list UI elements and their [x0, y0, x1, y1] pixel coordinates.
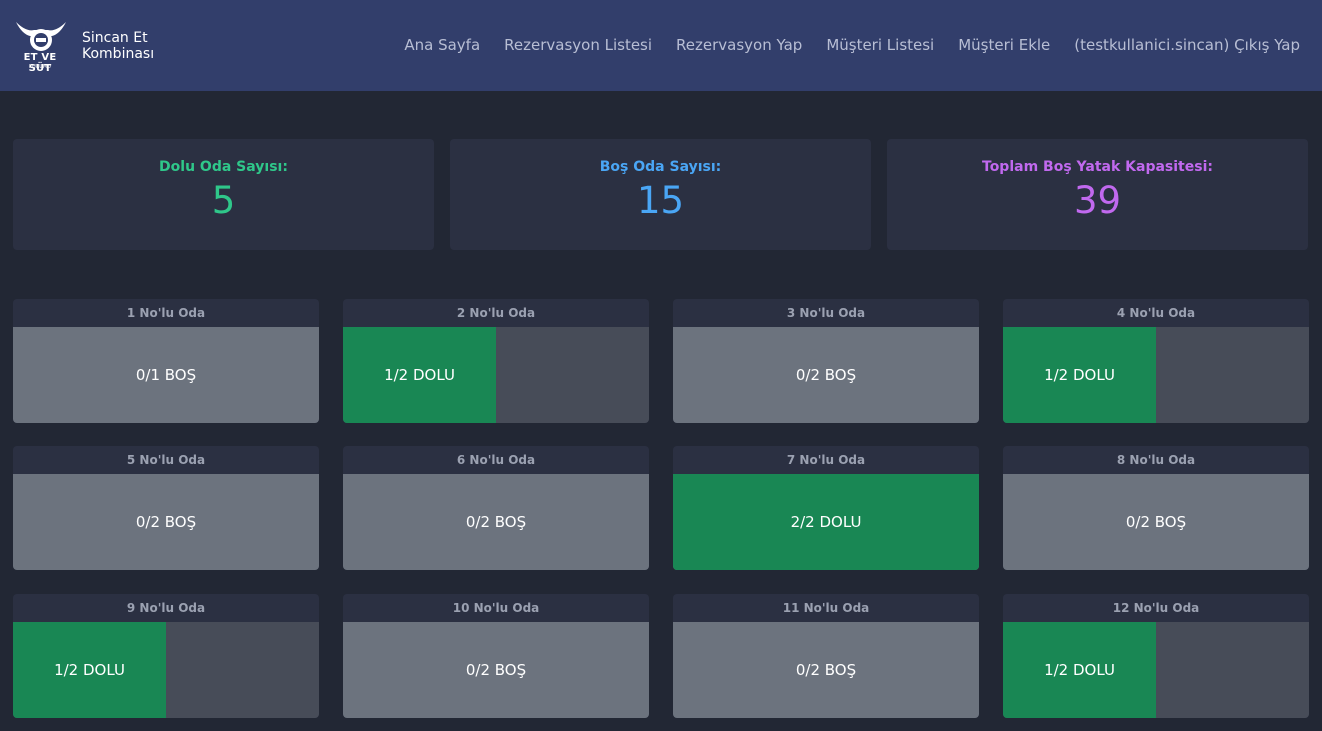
- room-occupancy-bar: 0/2 BOŞ: [343, 474, 649, 570]
- room-status: 0/2 BOŞ: [795, 366, 857, 384]
- room-card[interactable]: 11 No'lu Oda 0/2 BOŞ: [673, 594, 979, 718]
- stat-label: Toplam Boş Yatak Kapasitesi:: [982, 159, 1213, 175]
- room-occupancy-bar: 0/2 BOŞ: [673, 622, 979, 718]
- brand-line-2: Kombinası: [82, 46, 155, 62]
- room-status: 0/2 BOŞ: [795, 661, 857, 679]
- nav-add-customer-link[interactable]: Müşteri Ekle: [958, 36, 1050, 54]
- room-occupancy-bar: 0/2 BOŞ: [673, 327, 979, 423]
- room-occupancy-bar: 1/2 DOLU: [13, 622, 319, 718]
- room-title: 3 No'lu Oda: [786, 306, 866, 320]
- nav-logout-link[interactable]: (testkullanici.sincan) Çıkış Yap: [1074, 36, 1300, 54]
- room-status: 2/2 DOLU: [790, 513, 862, 531]
- room-status: 1/2 DOLU: [384, 366, 455, 384]
- room-card[interactable]: 12 No'lu Oda 1/2 DOLU: [1003, 594, 1309, 718]
- stat-value: 5: [211, 179, 236, 222]
- room-status: 1/2 DOLU: [54, 661, 125, 679]
- room-card[interactable]: 6 No'lu Oda 0/2 BOŞ: [343, 446, 649, 570]
- room-title: 4 No'lu Oda: [1116, 306, 1196, 320]
- room-status: 0/2 BOŞ: [465, 661, 527, 679]
- room-title: 6 No'lu Oda: [456, 453, 536, 467]
- navbar: ET VE SÜT KURUMU Sincan Et Kombinası Ana…: [0, 0, 1322, 91]
- brand-name[interactable]: Sincan Et Kombinası: [82, 30, 172, 62]
- room-occupancy-bar: 2/2 DOLU: [673, 474, 979, 570]
- room-title: 10 No'lu Oda: [452, 601, 540, 615]
- room-occupancy-bar: 1/2 DOLU: [1003, 622, 1309, 718]
- room-status: 1/2 DOLU: [1044, 366, 1115, 384]
- room-title: 7 No'lu Oda: [786, 453, 866, 467]
- logo-text: ET VE SÜT: [23, 52, 57, 74]
- room-card[interactable]: 1 No'lu Oda 0/1 BOŞ: [13, 299, 319, 423]
- room-title: 9 No'lu Oda: [126, 601, 206, 615]
- room-occupancy-bar: 1/2 DOLU: [1003, 327, 1309, 423]
- room-card[interactable]: 10 No'lu Oda 0/2 BOŞ: [343, 594, 649, 718]
- room-card[interactable]: 9 No'lu Oda 1/2 DOLU: [13, 594, 319, 718]
- room-card[interactable]: 3 No'lu Oda 0/2 BOŞ: [673, 299, 979, 423]
- room-card[interactable]: 5 No'lu Oda 0/2 BOŞ: [13, 446, 319, 570]
- nav-home-link[interactable]: Ana Sayfa: [404, 36, 480, 54]
- room-card[interactable]: 4 No'lu Oda 1/2 DOLU: [1003, 299, 1309, 423]
- room-title: 1 No'lu Oda: [126, 306, 206, 320]
- room-title: 11 No'lu Oda: [782, 601, 870, 615]
- room-status: 0/1 BOŞ: [135, 366, 197, 384]
- brand-line-1: Sincan Et: [82, 30, 148, 46]
- room-card[interactable]: 7 No'lu Oda 2/2 DOLU: [673, 446, 979, 570]
- nav-links: Ana Sayfa Rezervasyon Listesi Rezervasyo…: [404, 36, 1300, 54]
- room-title: 12 No'lu Oda: [1112, 601, 1200, 615]
- room-card[interactable]: 2 No'lu Oda 1/2 DOLU: [343, 299, 649, 423]
- room-title: 8 No'lu Oda: [1116, 453, 1196, 467]
- room-occupancy-bar: 0/2 BOŞ: [1003, 474, 1309, 570]
- stat-label: Boş Oda Sayısı:: [599, 159, 722, 175]
- stat-value: 15: [636, 179, 685, 222]
- stat-card-occupied: Dolu Oda Sayısı: 5: [13, 139, 434, 250]
- stat-label: Dolu Oda Sayısı:: [159, 159, 288, 175]
- room-title: 2 No'lu Oda: [456, 306, 536, 320]
- room-occupancy-bar: 0/2 BOŞ: [13, 474, 319, 570]
- stat-value: 39: [1073, 179, 1122, 222]
- nav-reservation-list-link[interactable]: Rezervasyon Listesi: [504, 36, 652, 54]
- room-title: 5 No'lu Oda: [126, 453, 206, 467]
- room-card[interactable]: 8 No'lu Oda 0/2 BOŞ: [1003, 446, 1309, 570]
- logo-subtext: KURUMU: [29, 64, 51, 70]
- room-occupancy-bar: 0/1 BOŞ: [13, 327, 319, 423]
- room-status: 1/2 DOLU: [1044, 661, 1115, 679]
- stat-card-capacity: Toplam Boş Yatak Kapasitesi: 39: [887, 139, 1308, 250]
- room-status: 0/2 BOŞ: [465, 513, 527, 531]
- room-status: 0/2 BOŞ: [135, 513, 197, 531]
- room-occupancy-bar: 1/2 DOLU: [343, 327, 649, 423]
- room-status: 0/2 BOŞ: [1125, 513, 1187, 531]
- stat-card-empty: Boş Oda Sayısı: 15: [450, 139, 871, 250]
- nav-make-reservation-link[interactable]: Rezervasyon Yap: [676, 36, 802, 54]
- nav-customer-list-link[interactable]: Müşteri Listesi: [826, 36, 934, 54]
- room-occupancy-bar: 0/2 BOŞ: [343, 622, 649, 718]
